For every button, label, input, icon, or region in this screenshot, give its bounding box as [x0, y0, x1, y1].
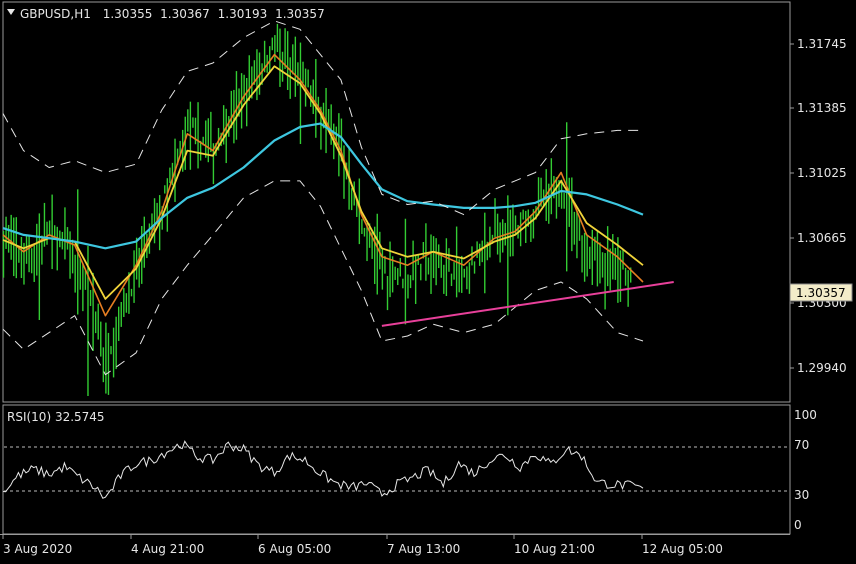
price-tick: 1.29940 — [797, 361, 847, 375]
rsi-axis: 100 70 30 0 — [794, 408, 817, 532]
time-label: 3 Aug 2020 — [3, 542, 72, 556]
main-panel-frame — [2, 1, 791, 403]
support-trendline[interactable] — [381, 281, 674, 327]
time-label: 6 Aug 05:00 — [258, 542, 331, 556]
rsi-tick: 100 — [794, 408, 817, 422]
fast-ma-line — [2, 53, 644, 317]
current-price-label: 1.30357 — [796, 286, 846, 300]
time-label: 12 Aug 05:00 — [642, 542, 723, 556]
header-low: 1.30193 — [218, 7, 268, 21]
price-tick: 1.31025 — [797, 166, 847, 180]
time-label: 4 Aug 21:00 — [131, 542, 204, 556]
header-high: 1.30367 — [160, 7, 210, 21]
rsi-tick: 0 — [794, 518, 802, 532]
rsi-line — [2, 440, 644, 499]
header-open: 1.30355 — [103, 7, 153, 21]
rsi-title: RSI(10) 32.5745 — [7, 410, 105, 424]
rsi-panel-frame — [2, 404, 791, 535]
price-tick: 1.31385 — [797, 101, 847, 115]
header-symbol: GBPUSD,H1 — [20, 7, 91, 21]
price-tick: 1.30665 — [797, 231, 847, 245]
main-plot-area[interactable] — [2, 20, 674, 396]
time-label: 10 Aug 21:00 — [514, 542, 595, 556]
chart-header: GBPUSD,H1 1.30355 1.30367 1.30193 1.3035… — [20, 7, 325, 21]
time-label: 7 Aug 13:00 — [387, 542, 460, 556]
dropdown-triangle-icon[interactable] — [7, 9, 15, 15]
header-close: 1.30357 — [275, 7, 325, 21]
price-axis: 1.31745 1.31385 1.31025 1.30665 1.30300 … — [790, 37, 847, 375]
lower-band-line — [2, 180, 644, 376]
rsi-plot-area[interactable] — [2, 440, 789, 499]
time-axis: 3 Aug 2020 4 Aug 21:00 6 Aug 05:00 7 Aug… — [2, 534, 723, 556]
slow-ma-line — [2, 65, 644, 300]
rsi-tick: 70 — [794, 438, 809, 452]
gbpusd-chart[interactable]: GBPUSD,H1 1.30355 1.30367 1.30193 1.3035… — [0, 0, 856, 564]
price-tick: 1.31745 — [797, 37, 847, 51]
long-ma-line — [2, 122, 644, 250]
rsi-tick: 30 — [794, 488, 809, 502]
